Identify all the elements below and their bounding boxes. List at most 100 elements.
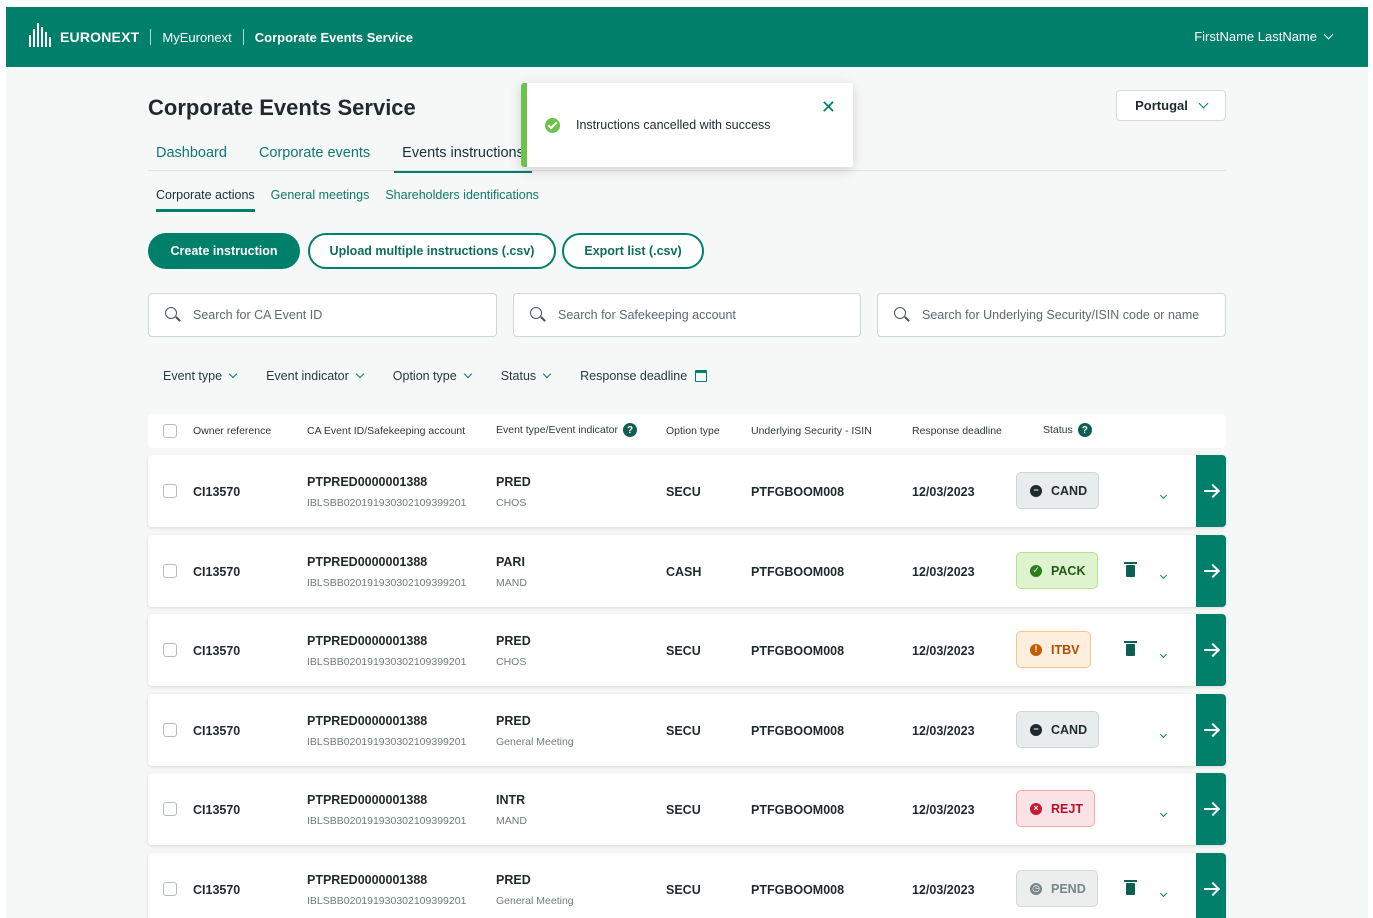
status-label: ITBV xyxy=(1051,642,1080,657)
help-icon[interactable]: ? xyxy=(1077,423,1092,437)
col-event-type[interactable]: Event type/Event indicator ? xyxy=(496,423,637,437)
toast-message: Instructions cancelled with success xyxy=(576,118,771,132)
search-event-id-input[interactable] xyxy=(193,308,473,322)
event-type: PRED xyxy=(496,714,531,728)
chevron-down-icon xyxy=(1198,98,1209,109)
table-row[interactable]: CI13570 PTPRED0000001388 IBLSBB02019193030… xyxy=(148,614,1226,686)
table-row[interactable]: CI13570 PTPRED0000001388 IBLSBB02019193030… xyxy=(148,694,1226,766)
option-type: SECU xyxy=(666,644,701,658)
table-row[interactable]: CI13570 PTPRED0000001388 IBLSBB02019193030… xyxy=(148,853,1226,918)
select-all-checkbox[interactable] xyxy=(163,424,177,438)
safekeeping-account: IBLSBB020191930302109399201 xyxy=(307,736,467,748)
chevron-down-icon xyxy=(1159,650,1168,659)
expand-row-button[interactable] xyxy=(1159,724,1168,742)
expand-row-button[interactable] xyxy=(1159,485,1168,503)
col-owner-reference[interactable]: Owner reference xyxy=(193,425,271,437)
top-bar: EURONEXT MyEuronext Corporate Events Ser… xyxy=(6,7,1368,67)
trash-icon[interactable] xyxy=(1124,641,1137,656)
search-security xyxy=(877,293,1226,337)
search-icon xyxy=(530,307,546,323)
filter-event-indicator[interactable]: Event indicator xyxy=(266,369,365,383)
check-circle-icon xyxy=(545,117,560,133)
trash-icon[interactable] xyxy=(1124,880,1137,895)
row-checkbox[interactable] xyxy=(163,484,177,498)
filter-option-type[interactable]: Option type xyxy=(393,369,472,383)
row-checkbox[interactable] xyxy=(163,882,177,896)
create-instruction-button[interactable]: Create instruction xyxy=(148,233,300,269)
logo[interactable]: EURONEXT xyxy=(28,23,139,51)
filter-status[interactable]: Status xyxy=(501,369,552,383)
filter-event-type[interactable]: Event type xyxy=(163,369,238,383)
expand-row-button[interactable] xyxy=(1159,883,1168,901)
col-event-id[interactable]: CA Event ID/Safekeeping account xyxy=(307,425,465,437)
export-csv-button[interactable]: Export list (.csv) xyxy=(562,233,704,269)
col-event-type-label: Event type/Event indicator xyxy=(496,424,618,436)
euronext-logo-icon xyxy=(28,23,54,51)
tab-corporate-events[interactable]: Corporate events xyxy=(251,145,378,161)
search-account-input[interactable] xyxy=(558,308,838,322)
status-badge: × REJT xyxy=(1016,790,1095,827)
underlying-security-isin: PTFGBOOM008 xyxy=(751,644,845,658)
row-checkbox[interactable] xyxy=(163,723,177,737)
table-header: Owner reference CA Event ID/Safekeeping … xyxy=(148,414,1226,448)
filter-response-deadline[interactable]: Response deadline xyxy=(580,369,708,383)
open-row-button[interactable] xyxy=(1196,614,1226,686)
user-menu[interactable]: FirstName LastName xyxy=(1194,29,1334,44)
open-row-button[interactable] xyxy=(1196,773,1226,845)
expand-row-button[interactable] xyxy=(1159,803,1168,821)
event-indicator: CHOS xyxy=(496,497,527,509)
brand-name: EURONEXT xyxy=(60,29,140,45)
help-icon[interactable]: ? xyxy=(623,423,637,437)
table-row[interactable]: CI13570 PTPRED0000001388 IBLSBB02019193030… xyxy=(148,455,1226,527)
myeuronext-link[interactable]: MyEuronext xyxy=(162,30,231,45)
response-deadline: 12/03/2023 xyxy=(912,565,975,579)
chevron-down-icon xyxy=(1159,571,1168,580)
open-row-button[interactable] xyxy=(1196,455,1226,527)
country-select[interactable]: Portugal xyxy=(1116,90,1226,121)
ca-event-id: PTPRED0000001388 xyxy=(307,634,428,648)
subtab-general-meetings[interactable]: General meetings xyxy=(271,188,370,202)
sub-tabs: Corporate actions General meetings Share… xyxy=(156,188,539,212)
col-status[interactable]: Status ? xyxy=(1043,423,1092,437)
row-checkbox[interactable] xyxy=(163,643,177,657)
service-name[interactable]: Corporate Events Service xyxy=(255,30,413,45)
row-checkbox[interactable] xyxy=(163,564,177,578)
search-security-input[interactable] xyxy=(922,308,1222,322)
arrow-right-icon xyxy=(1204,808,1218,810)
upload-csv-button[interactable]: Upload multiple instructions (.csv) xyxy=(308,233,556,269)
row-checkbox[interactable] xyxy=(163,802,177,816)
open-row-button[interactable] xyxy=(1196,694,1226,766)
user-name: FirstName LastName xyxy=(1194,29,1317,44)
col-underlying-security[interactable]: Underlying Security - ISIN xyxy=(751,425,872,437)
subtab-corporate-actions[interactable]: Corporate actions xyxy=(156,188,255,212)
tab-events-instructions[interactable]: Events instructions xyxy=(394,145,532,173)
status-label: CAND xyxy=(1051,483,1088,498)
open-row-button[interactable] xyxy=(1196,535,1226,607)
filters-bar: Event type Event indicator Option type S… xyxy=(163,369,708,383)
col-option-type[interactable]: Option type xyxy=(666,425,720,437)
col-response-deadline[interactable]: Response deadline xyxy=(912,425,1002,437)
app-frame: EURONEXT MyEuronext Corporate Events Ser… xyxy=(6,7,1368,918)
status-badge: − CAND xyxy=(1016,711,1100,748)
close-icon[interactable]: ✕ xyxy=(821,97,836,118)
option-type: SECU xyxy=(666,883,701,897)
trash-icon[interactable] xyxy=(1124,562,1137,577)
event-indicator: MAND xyxy=(496,815,527,827)
arrow-right-icon xyxy=(1204,649,1218,651)
expand-row-button[interactable] xyxy=(1159,565,1168,583)
open-row-button[interactable] xyxy=(1196,853,1226,918)
expand-row-button[interactable] xyxy=(1159,644,1168,662)
table-row[interactable]: CI13570 PTPRED0000001388 IBLSBB02019193030… xyxy=(148,773,1226,845)
status-label: PEND xyxy=(1051,881,1086,896)
col-status-label: Status xyxy=(1043,424,1073,436)
response-deadline: 12/03/2023 xyxy=(912,644,975,658)
event-indicator: General Meeting xyxy=(496,895,574,907)
table-row[interactable]: CI13570 PTPRED0000001388 IBLSBB02019193030… xyxy=(148,535,1226,607)
owner-reference: CI13570 xyxy=(193,565,241,579)
safekeeping-account: IBLSBB020191930302109399201 xyxy=(307,895,467,907)
tab-dashboard[interactable]: Dashboard xyxy=(148,145,235,161)
event-type: PRED xyxy=(496,873,531,887)
chevron-down-icon xyxy=(542,369,552,379)
status-label: PACK xyxy=(1051,563,1086,578)
subtab-shareholders-identifications[interactable]: Shareholders identifications xyxy=(385,188,539,202)
